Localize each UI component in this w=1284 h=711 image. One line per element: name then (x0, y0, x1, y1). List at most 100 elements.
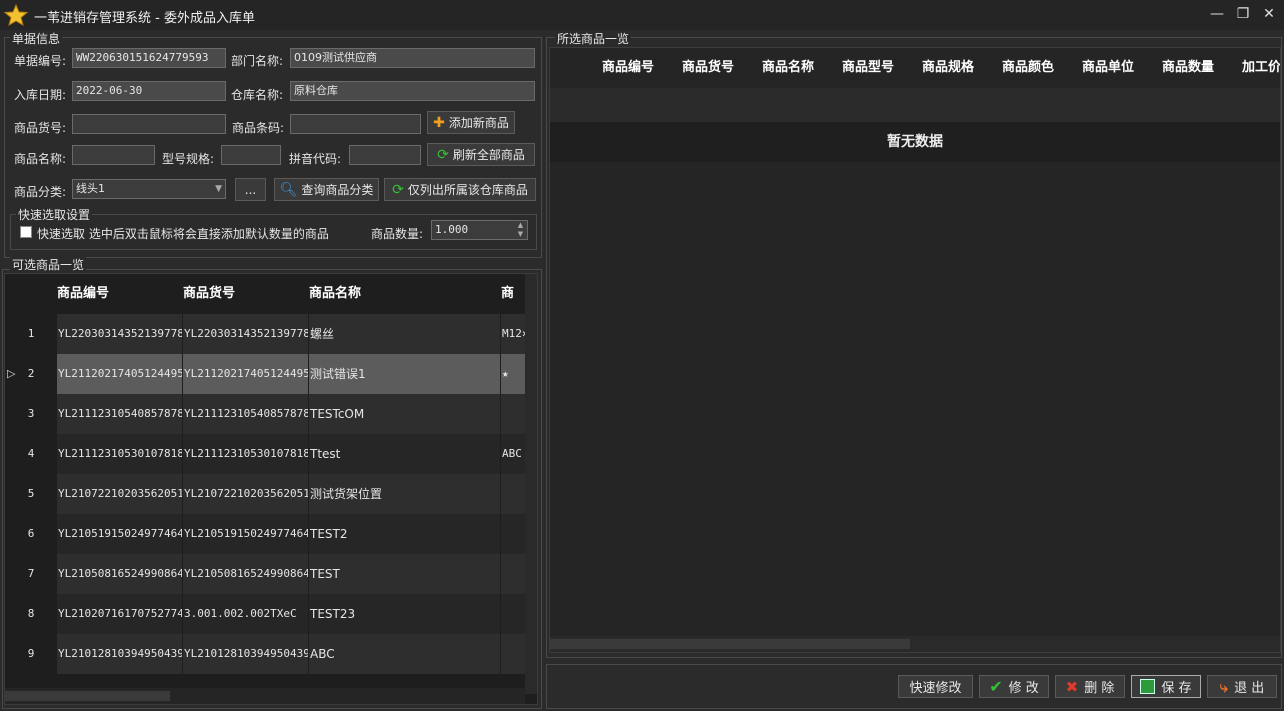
dept-field[interactable]: 0109测试供应商 (290, 48, 535, 68)
quick-pick-title: 快速选取设置 (16, 206, 93, 223)
add-new-item-button[interactable]: ✚ 添加新商品 (427, 111, 515, 134)
table-row[interactable]: 6 YL210519150249774641 YL21051915024977464… (5, 514, 525, 554)
item-name-cell: 测试货架位置 (309, 474, 500, 514)
date-label: 入库日期: (14, 88, 67, 102)
refresh-icon: ⟳ (392, 181, 404, 198)
item-code-cell: YL211123105408578783 (57, 394, 182, 434)
checkmark-icon: ✔ (989, 677, 1003, 696)
more-button[interactable]: ... (235, 178, 266, 201)
item-spec-cell: ★ (501, 354, 525, 394)
close-button[interactable]: ✕ (1258, 4, 1280, 24)
item-sku-cell: YL211202174051244955 (183, 354, 308, 394)
refresh-icon: ⟳ (437, 146, 449, 163)
sel-col-header-model[interactable]: 商品型号 (842, 48, 894, 88)
restore-button[interactable]: ❐ (1232, 4, 1254, 24)
item-code-cell: YL210207161707527744 (57, 594, 182, 634)
save-button[interactable]: 保 存 (1131, 675, 1201, 698)
query-category-button[interactable]: 🔍︎ 查询商品分类 (274, 178, 379, 201)
date-field[interactable]: 2022-06-30 (72, 81, 226, 101)
floppy-save-icon (1140, 679, 1156, 694)
item-code-cell: YL211202174051244955 (57, 354, 182, 394)
item-name-input[interactable] (72, 145, 155, 165)
sel-col-header-spec[interactable]: 商品规格 (922, 48, 974, 88)
search-icon: 🔍︎ (279, 181, 298, 198)
sel-col-header-color[interactable]: 商品颜色 (1002, 48, 1054, 88)
category-label: 商品分类: (14, 185, 67, 199)
table-row[interactable]: 9 YL210128103949504394 YL21012810394950439… (5, 634, 525, 674)
table-row[interactable]: 2 YL211202174051244955 YL21120217405124495… (5, 354, 525, 394)
delete-button[interactable]: ✖ 删 除 (1055, 675, 1125, 698)
table-row[interactable]: 1 YL220303143521397786 YL22030314352139778… (5, 314, 525, 354)
quick-edit-button[interactable]: 快速修改 (898, 675, 973, 698)
exit-button[interactable]: ⤷ 退 出 (1207, 675, 1277, 698)
item-code-input[interactable] (72, 114, 226, 134)
table-row[interactable]: 5 YL210722102035620517 YL21072210203562051… (5, 474, 525, 514)
barcode-label: 商品条码: (232, 121, 285, 135)
col-header-code[interactable]: 商品编号 (57, 274, 109, 314)
col-header-name[interactable]: 商品名称 (309, 274, 361, 314)
item-spec-cell: ABC (501, 434, 525, 474)
item-spec-cell (501, 594, 525, 634)
doc-no-label: 单据编号: (14, 54, 67, 68)
edit-button[interactable]: ✔ 修 改 (979, 675, 1049, 698)
item-sku-cell: YL210722102035620517 (183, 474, 308, 514)
item-sku-cell: YL210519150249774641 (183, 514, 308, 554)
vertical-scrollbar[interactable] (525, 274, 537, 694)
item-sku-cell: YL220303143521397786 (183, 314, 308, 354)
row-index-cell: 6 (5, 514, 57, 554)
horizontal-scrollbar-track[interactable] (5, 688, 525, 704)
item-spec-cell: M12× (501, 314, 525, 354)
item-name-cell: TESTcOM (309, 394, 500, 434)
item-name-cell: Ttest (309, 434, 500, 474)
current-row-indicator-icon: ▷ (7, 367, 16, 380)
quick-pick-checkbox[interactable] (20, 226, 32, 238)
item-spec-cell (501, 514, 525, 554)
sel-col-header-sku[interactable]: 商品货号 (682, 48, 734, 88)
item-name-cell: TEST2 (309, 514, 500, 554)
item-spec-cell (501, 394, 525, 434)
refresh-all-button[interactable]: ⟳ 刷新全部商品 (427, 143, 535, 166)
quick-pick-checkbox-label: 快速选取 选中后双击鼠标将会直接添加默认数量的商品 (37, 227, 329, 241)
qty-label: 商品数量: (371, 227, 424, 241)
sel-col-header-name[interactable]: 商品名称 (762, 48, 814, 88)
doc-no-field[interactable]: WW220630151624779593 (72, 48, 226, 68)
stepper-arrows-icon[interactable]: ▲ ▼ (514, 221, 527, 239)
table-row[interactable]: 3 YL211123105408578783 YL21112310540857878… (5, 394, 525, 434)
row-index-cell: 5 (5, 474, 57, 514)
star-app-icon (4, 4, 28, 26)
sel-horizontal-scrollbar-thumb[interactable] (550, 639, 910, 649)
pinyin-input[interactable] (349, 145, 421, 165)
item-name-cell: 螺丝 (309, 314, 500, 354)
barcode-input[interactable] (290, 114, 421, 134)
sel-col-header-qty[interactable]: 商品数量 (1162, 48, 1214, 88)
row-index-cell: 3 (5, 394, 57, 434)
dropdown-arrow-icon: ▼ (215, 184, 222, 194)
doc-info-title: 单据信息 (10, 30, 63, 47)
row-index-cell: 1 (5, 314, 57, 354)
sel-col-header-price[interactable]: 加工价 (1242, 48, 1280, 88)
item-spec-cell (501, 474, 525, 514)
sel-col-header-unit[interactable]: 商品单位 (1082, 48, 1134, 88)
item-sku-cell: YL211123105301078189 (183, 434, 308, 474)
empty-spacer-row (550, 88, 1280, 122)
dept-label: 部门名称: (231, 54, 284, 68)
table-row[interactable]: 4 YL211123105301078189 YL21112310530107818… (5, 434, 525, 474)
item-sku-cell: 3.001.002.002TXeC (183, 594, 308, 634)
minimize-button[interactable]: — (1206, 4, 1228, 24)
item-spec-cell (501, 554, 525, 594)
warehouse-field[interactable]: 原料仓库 (290, 81, 535, 101)
delete-x-icon: ✖ (1065, 677, 1079, 696)
row-index-cell: 9 (5, 634, 57, 674)
category-select[interactable]: 线头1 ▼ (72, 179, 226, 199)
list-warehouse-only-button[interactable]: ⟳ 仅列出所属该仓库商品 (384, 178, 536, 201)
table-row[interactable]: 7 YL210508165249908642 YL21050816524990864… (5, 554, 525, 594)
item-code-cell: YL210128103949504394 (57, 634, 182, 674)
sel-col-header-code[interactable]: 商品编号 (602, 48, 654, 88)
spec-input[interactable] (221, 145, 281, 165)
table-row[interactable]: 8 YL210207161707527744 3.001.002.002TXeC TE… (5, 594, 525, 634)
sel-horizontal-scrollbar-track[interactable] (550, 636, 1280, 652)
row-index-cell: 8 (5, 594, 57, 634)
col-header-spec[interactable]: 商品 (501, 274, 525, 314)
horizontal-scrollbar-thumb[interactable] (5, 691, 170, 701)
col-header-sku[interactable]: 商品货号 (183, 274, 235, 314)
